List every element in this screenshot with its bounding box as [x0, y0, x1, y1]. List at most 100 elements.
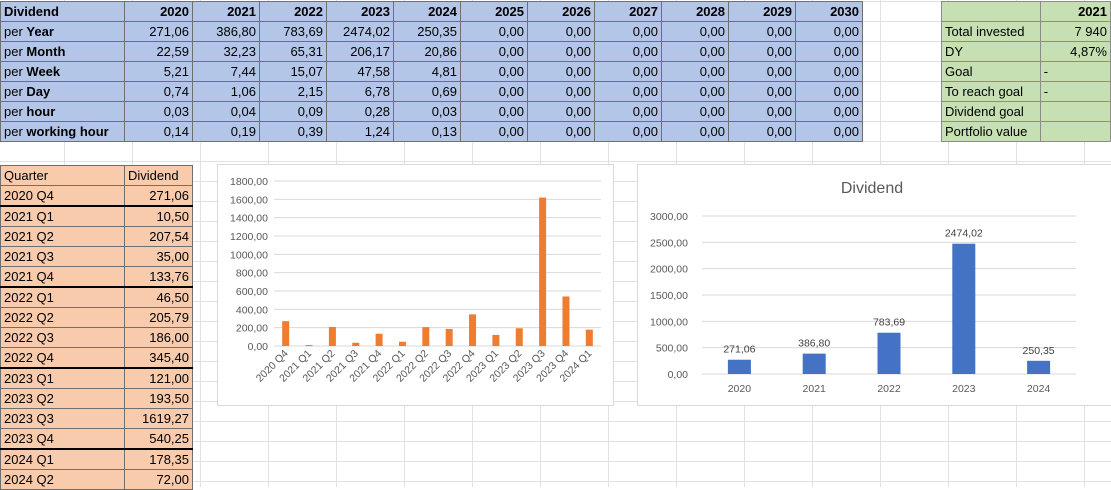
quarter-dividend-cell[interactable]: 193,50 — [124, 388, 193, 409]
bar[interactable] — [305, 345, 313, 346]
value-cell[interactable]: 22,59 — [124, 41, 193, 62]
dividend-header-cell[interactable]: Dividend — [0, 1, 125, 22]
row-label-cell[interactable]: per Day — [0, 81, 125, 102]
value-cell[interactable]: 0,00 — [661, 81, 729, 102]
side-header-blank-cell[interactable] — [941, 1, 1041, 22]
value-cell[interactable]: 0,00 — [460, 21, 528, 42]
value-cell[interactable]: 1,24 — [326, 121, 394, 142]
value-cell[interactable]: 250,35 — [393, 21, 461, 42]
value-cell[interactable]: 32,23 — [192, 41, 260, 62]
value-cell[interactable]: 0,13 — [393, 121, 461, 142]
quarter-cell[interactable]: 2022 Q4 — [0, 347, 125, 369]
quarter-cell[interactable]: 2021 Q2 — [0, 226, 125, 247]
side-value-cell[interactable] — [1039, 101, 1111, 122]
quarter-header-cell[interactable]: Quarter — [0, 165, 125, 186]
quarter-cell[interactable]: 2021 Q4 — [0, 266, 125, 288]
value-cell[interactable]: 0,00 — [527, 81, 595, 102]
value-cell[interactable]: 20,86 — [393, 41, 461, 62]
quarter-cell[interactable]: 2022 Q1 — [0, 286, 125, 308]
value-cell[interactable]: 0,00 — [460, 61, 528, 82]
value-cell[interactable]: 0,00 — [728, 21, 796, 42]
row-label-cell[interactable]: per hour — [0, 101, 125, 122]
quarter-dividend-cell[interactable]: 46,50 — [124, 286, 193, 308]
value-cell[interactable]: 0,00 — [795, 101, 863, 122]
value-cell[interactable]: 6,78 — [326, 81, 394, 102]
bar[interactable] — [282, 321, 290, 346]
value-cell[interactable]: 0,03 — [124, 101, 193, 122]
value-cell[interactable]: 2474,02 — [326, 21, 394, 42]
value-cell[interactable]: 0,00 — [527, 21, 595, 42]
value-cell[interactable]: 0,00 — [594, 61, 662, 82]
value-cell[interactable]: 0,00 — [594, 21, 662, 42]
bar[interactable] — [562, 296, 570, 346]
year-header-cell[interactable]: 2024 — [393, 1, 461, 22]
quarter-dividend-cell[interactable]: 186,00 — [124, 327, 193, 348]
dividend-header-cell[interactable]: Dividend — [124, 165, 193, 186]
bar[interactable] — [1027, 360, 1051, 374]
value-cell[interactable]: 5,21 — [124, 61, 193, 82]
value-cell[interactable]: 0,69 — [393, 81, 461, 102]
value-cell[interactable]: 0,14 — [124, 121, 193, 142]
bar[interactable] — [469, 314, 477, 346]
side-value-cell[interactable]: - — [1039, 81, 1111, 102]
value-cell[interactable]: 0,00 — [728, 61, 796, 82]
value-cell[interactable]: 0,00 — [594, 101, 662, 122]
row-label-cell[interactable]: per Week — [0, 61, 125, 82]
side-label-cell[interactable]: Goal — [941, 61, 1041, 82]
bar[interactable] — [422, 327, 430, 346]
quarter-cell[interactable]: 2023 Q4 — [0, 428, 125, 450]
quarter-dividend-cell[interactable]: 1619,27 — [124, 408, 193, 429]
value-cell[interactable]: 0,00 — [728, 81, 796, 102]
value-cell[interactable]: 0,00 — [661, 41, 729, 62]
value-cell[interactable]: 783,69 — [259, 21, 327, 42]
year-header-cell[interactable]: 2021 — [192, 1, 260, 22]
side-label-cell[interactable]: Total invested — [941, 21, 1041, 42]
quarter-dividend-cell[interactable]: 205,79 — [124, 307, 193, 328]
value-cell[interactable]: 0,39 — [259, 121, 327, 142]
value-cell[interactable]: 2,15 — [259, 81, 327, 102]
bar[interactable] — [585, 329, 593, 346]
quarter-dividend-cell[interactable]: 178,35 — [124, 448, 193, 470]
value-cell[interactable]: 0,00 — [795, 121, 863, 142]
quarter-dividend-cell[interactable]: 540,25 — [124, 428, 193, 450]
value-cell[interactable]: 0,00 — [661, 61, 729, 82]
bar[interactable] — [492, 334, 500, 346]
quarter-dividend-cell[interactable]: 207,54 — [124, 226, 193, 247]
value-cell[interactable]: 0,19 — [192, 121, 260, 142]
quarter-cell[interactable]: 2023 Q3 — [0, 408, 125, 429]
side-value-cell[interactable]: 4,87% — [1039, 41, 1111, 62]
value-cell[interactable]: 0,00 — [460, 81, 528, 102]
value-cell[interactable]: 0,00 — [527, 61, 595, 82]
side-value-cell[interactable] — [1039, 121, 1111, 142]
value-cell[interactable]: 0,00 — [795, 41, 863, 62]
bar[interactable] — [539, 197, 547, 346]
quarter-cell[interactable]: 2021 Q3 — [0, 246, 125, 267]
quarter-cell[interactable]: 2022 Q2 — [0, 307, 125, 328]
value-cell[interactable]: 1,06 — [192, 81, 260, 102]
value-cell[interactable]: 7,44 — [192, 61, 260, 82]
year-header-cell[interactable]: 2026 — [527, 1, 595, 22]
quarter-cell[interactable]: 2021 Q1 — [0, 205, 125, 227]
bar[interactable] — [952, 243, 976, 374]
value-cell[interactable]: 0,00 — [527, 101, 595, 122]
value-cell[interactable]: 0,04 — [192, 101, 260, 122]
quarter-dividend-cell[interactable]: 35,00 — [124, 246, 193, 267]
value-cell[interactable]: 0,00 — [460, 41, 528, 62]
bar[interactable] — [877, 332, 901, 374]
quarter-cell[interactable]: 2024 Q1 — [0, 448, 125, 470]
quarter-cell[interactable]: 2022 Q3 — [0, 327, 125, 348]
bar[interactable] — [352, 342, 360, 346]
side-label-cell[interactable]: DY — [941, 41, 1041, 62]
value-cell[interactable]: 0,00 — [795, 21, 863, 42]
value-cell[interactable]: 0,00 — [728, 41, 796, 62]
value-cell[interactable]: 0,00 — [527, 121, 595, 142]
bar[interactable] — [328, 326, 336, 346]
value-cell[interactable]: 0,00 — [661, 21, 729, 42]
row-label-cell[interactable]: per working hour — [0, 121, 125, 142]
side-label-cell[interactable]: To reach goal — [941, 81, 1041, 102]
year-header-cell[interactable]: 2027 — [594, 1, 662, 22]
quarter-dividend-cell[interactable]: 10,50 — [124, 205, 193, 227]
side-year-cell[interactable]: 2021 — [1039, 1, 1111, 22]
year-header-cell[interactable]: 2023 — [326, 1, 394, 22]
value-cell[interactable]: 65,31 — [259, 41, 327, 62]
